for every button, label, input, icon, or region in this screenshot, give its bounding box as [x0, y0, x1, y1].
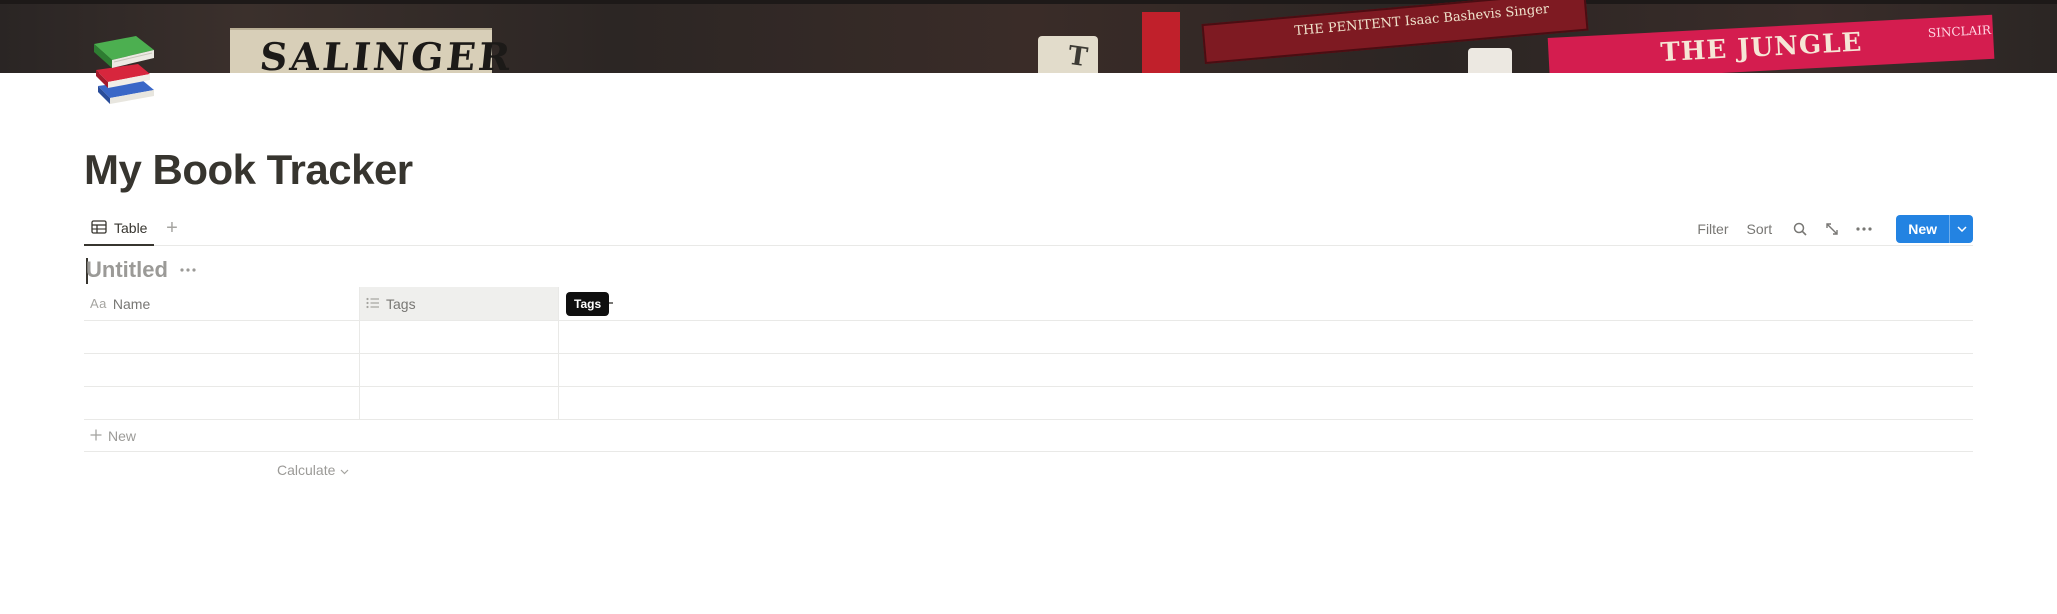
calculate-button[interactable]: Calculate: [277, 462, 349, 478]
expand-arrows-icon[interactable]: [1822, 219, 1842, 239]
table-icon: [91, 219, 107, 237]
database-table: Aa Name Tags Tags New: [84, 287, 1973, 452]
more-horizontal-icon[interactable]: [1854, 219, 1874, 239]
search-icon[interactable]: [1790, 219, 1810, 239]
cover-book-red: [1142, 12, 1180, 73]
page-title[interactable]: My Book Tracker: [84, 146, 413, 194]
column-header-label: Name: [112, 295, 151, 312]
database-title[interactable]: Untitled: [86, 257, 168, 283]
column-header-name[interactable]: Aa Name: [84, 287, 359, 320]
table-row[interactable]: [84, 387, 1973, 420]
new-button-group: New: [1896, 215, 1973, 243]
add-row-button[interactable]: New: [84, 420, 1973, 452]
cell-name[interactable]: [84, 354, 359, 386]
cell-name[interactable]: [84, 321, 359, 353]
column-header-tags[interactable]: Tags: [359, 287, 559, 320]
plus-icon: [90, 428, 102, 444]
add-row-label: New: [108, 427, 137, 444]
table-row[interactable]: [84, 321, 1973, 354]
shelf-edge: [0, 0, 2057, 4]
tab-table[interactable]: Table: [84, 212, 155, 246]
table-header: Aa Name Tags Tags: [84, 287, 1973, 321]
chevron-down-icon[interactable]: [1949, 215, 1973, 243]
add-view-button[interactable]: +: [162, 217, 182, 239]
cell-tags[interactable]: [359, 321, 559, 353]
cover-book-salinger: SALINGER: [230, 28, 516, 73]
text-aa-icon: Aa: [90, 296, 107, 311]
list-icon: [366, 296, 380, 312]
books-emoji-icon[interactable]: [88, 30, 164, 106]
chevron-down-icon: [340, 462, 349, 478]
cover-book-t: T: [1038, 36, 1098, 73]
more-horizontal-icon[interactable]: [180, 262, 200, 278]
cover-book-penitent: THE PENITENT Isaac Bashevis Singer: [1201, 0, 1589, 64]
cover-book-white: [1468, 48, 1512, 73]
calculate-label: Calculate: [277, 462, 336, 478]
table-row[interactable]: [84, 354, 1973, 387]
tooltip: Tags: [566, 292, 610, 316]
add-column-hint[interactable]: [609, 302, 613, 304]
cell-tags[interactable]: [359, 387, 559, 419]
page-cover[interactable]: SALINGER T THE PENITENT Isaac Bashevis S…: [0, 0, 2057, 73]
view-bar: Table + Filter Sort New: [84, 212, 1973, 246]
filter-button[interactable]: Filter: [1697, 221, 1728, 237]
new-button[interactable]: New: [1896, 215, 1949, 243]
cover-book-jungle: THE JUNGLE SINCLAIR: [1547, 14, 1995, 73]
toolbar: Filter Sort New: [1697, 212, 1973, 246]
cell-tags[interactable]: [359, 354, 559, 386]
cell-name[interactable]: [84, 387, 359, 419]
plus-icon: +: [166, 217, 178, 239]
column-header-label: Tags: [386, 295, 416, 312]
tab-table-label: Table: [114, 220, 148, 236]
sort-button[interactable]: Sort: [1747, 221, 1773, 237]
